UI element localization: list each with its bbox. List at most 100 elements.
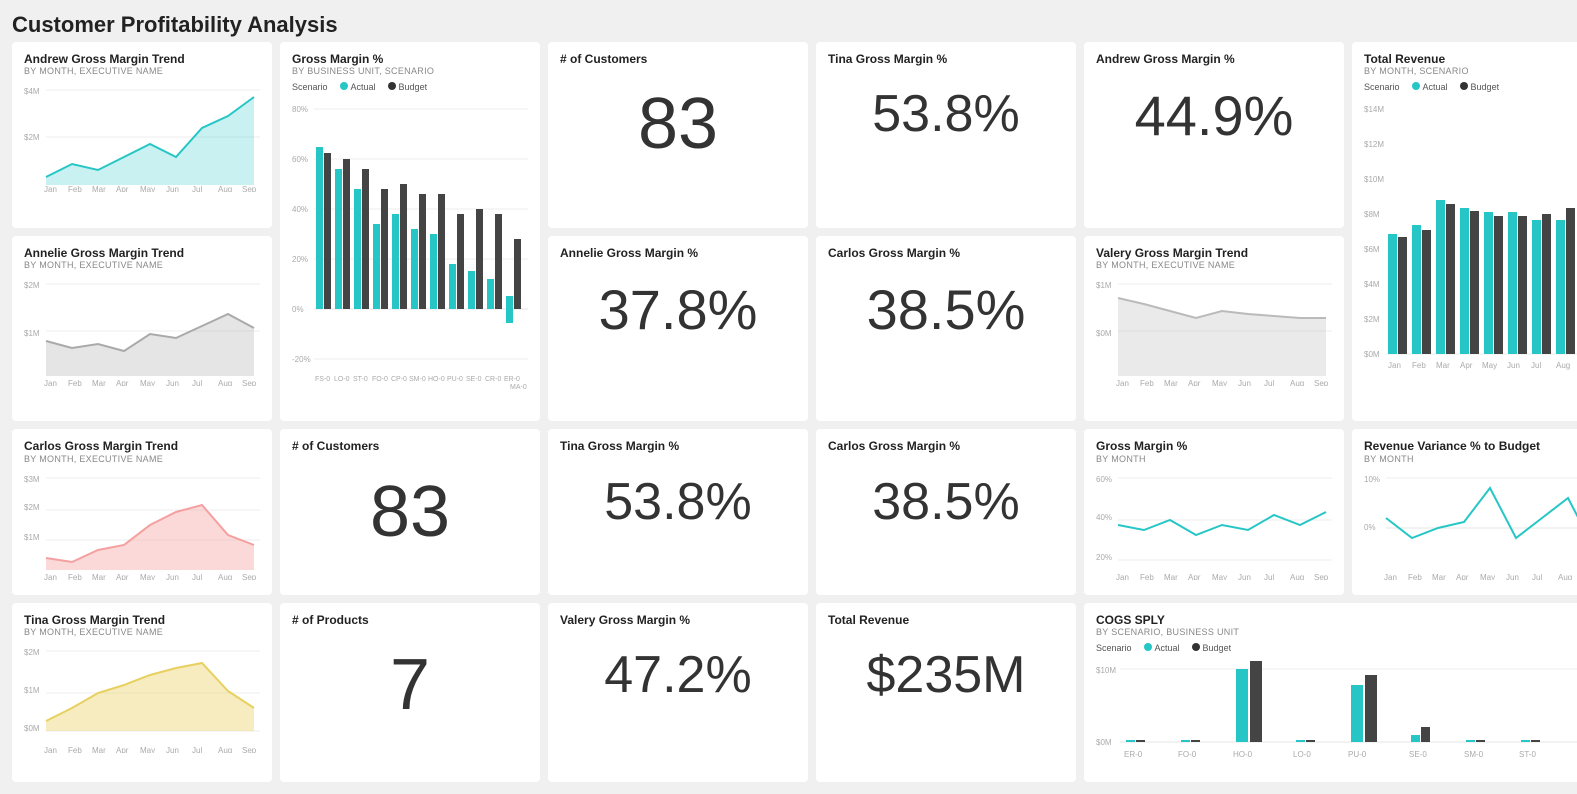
cogs-sply-legend: Scenario Actual Budget: [1096, 643, 1577, 653]
carlos-trend-subtitle: BY MONTH, EXECUTIVE NAME: [24, 454, 260, 464]
svg-text:Jul: Jul: [1264, 379, 1274, 386]
num-customers-2-title: # of Customers: [292, 439, 528, 453]
svg-text:Aug: Aug: [218, 185, 232, 192]
card-andrew-trend: Andrew Gross Margin Trend BY MONTH, EXEC…: [12, 42, 272, 228]
num-customers-2-value: 83: [292, 454, 528, 570]
svg-text:Mar: Mar: [1164, 379, 1178, 386]
total-revenue-chart-title: Total Revenue: [1364, 52, 1577, 66]
svg-text:$14M: $14M: [1364, 105, 1384, 114]
card-annelie-gm-pct: Annelie Gross Margin % 37.8%: [548, 236, 808, 422]
annelie-trend-subtitle: BY MONTH, EXECUTIVE NAME: [24, 260, 260, 270]
svg-text:$6M: $6M: [1364, 245, 1380, 254]
svg-text:Jun: Jun: [1507, 361, 1520, 370]
svg-text:May: May: [1212, 379, 1227, 386]
svg-text:80%: 80%: [292, 105, 308, 114]
svg-text:$2M: $2M: [24, 281, 40, 290]
svg-text:HO-0: HO-0: [1233, 750, 1253, 759]
valery-trend-title: Valery Gross Margin Trend: [1096, 246, 1332, 260]
gm-pct-month-subtitle: BY MONTH: [1096, 454, 1332, 464]
svg-text:Aug: Aug: [218, 379, 232, 386]
andrew-gm-pct-title: Andrew Gross Margin %: [1096, 52, 1332, 66]
gm-pct-month-chart: 60% 40% 20% Jan Feb Mar Apr May Jun Jul …: [1096, 470, 1332, 580]
svg-text:Aug: Aug: [1290, 379, 1304, 386]
svg-text:$2M: $2M: [24, 648, 40, 657]
svg-text:Sep: Sep: [242, 379, 257, 386]
svg-text:$2M: $2M: [24, 133, 40, 142]
card-gm-pct-month: Gross Margin % BY MONTH 60% 40% 20% Jan …: [1084, 429, 1344, 594]
svg-text:HO-0: HO-0: [428, 376, 445, 383]
annelie-trend-chart: $2M $1M Jan Feb Mar Apr May Jun Jul Aug …: [24, 276, 260, 386]
tina-gm-pct-title: Tina Gross Margin %: [828, 52, 1064, 66]
svg-text:Mar: Mar: [1432, 573, 1446, 580]
tina-gm-pct-2-value: 53.8%: [560, 454, 796, 550]
svg-text:LO-0: LO-0: [334, 376, 350, 383]
svg-text:May: May: [1212, 573, 1227, 580]
svg-text:$8M: $8M: [1364, 210, 1380, 219]
svg-text:Feb: Feb: [1408, 573, 1422, 580]
total-revenue-kpi-title: Total Revenue: [828, 613, 1064, 627]
svg-text:Apr: Apr: [1456, 573, 1469, 580]
card-total-revenue-kpi: Total Revenue $235M: [816, 603, 1076, 782]
svg-text:$0M: $0M: [1364, 350, 1380, 359]
svg-text:Jan: Jan: [1116, 573, 1129, 580]
cogs-sply-title: COGS SPLY: [1096, 613, 1577, 627]
svg-text:Apr: Apr: [116, 379, 129, 386]
gm-pct-bu-subtitle: BY BUSINESS UNIT, SCENARIO: [292, 66, 528, 76]
svg-text:Jul: Jul: [1532, 573, 1542, 580]
svg-text:$12M: $12M: [1364, 140, 1384, 149]
annelie-gm-pct-title: Annelie Gross Margin %: [560, 246, 796, 260]
svg-text:Jan: Jan: [1388, 361, 1401, 370]
cogs-sply-chart: $10M $0M: [1096, 657, 1577, 767]
svg-text:Feb: Feb: [1140, 379, 1154, 386]
svg-text:$3M: $3M: [24, 475, 40, 484]
svg-text:Jun: Jun: [1238, 573, 1251, 580]
gm-pct-bu-title: Gross Margin %: [292, 52, 528, 66]
gm-pct-month-title: Gross Margin %: [1096, 439, 1332, 453]
card-cogs-sply: COGS SPLY BY SCENARIO, BUSINESS UNIT Sce…: [1084, 603, 1577, 782]
svg-text:May: May: [140, 573, 155, 580]
tina-gm-pct-value: 53.8%: [828, 66, 1064, 162]
card-carlos-gm-pct-2: Carlos Gross Margin % 38.5%: [816, 429, 1076, 594]
svg-text:Mar: Mar: [92, 746, 106, 753]
svg-text:SM-0: SM-0: [1464, 750, 1484, 759]
svg-text:Jul: Jul: [192, 379, 202, 386]
svg-text:Feb: Feb: [68, 185, 82, 192]
total-revenue-chart-svg: $14M $12M $10M $8M $6M $4M $2M $0M: [1364, 96, 1577, 386]
svg-text:$10M: $10M: [1096, 666, 1116, 675]
svg-text:Jun: Jun: [166, 185, 179, 192]
svg-text:Jul: Jul: [192, 185, 202, 192]
total-revenue-legend: Scenario Actual Budget: [1364, 82, 1577, 92]
svg-text:May: May: [140, 379, 155, 386]
svg-text:20%: 20%: [1096, 553, 1112, 562]
svg-text:Mar: Mar: [92, 573, 106, 580]
carlos-gm-pct-value: 38.5%: [828, 260, 1064, 360]
svg-text:Jan: Jan: [44, 379, 57, 386]
svg-text:Mar: Mar: [92, 379, 106, 386]
carlos-gm-pct-2-title: Carlos Gross Margin %: [828, 439, 1064, 453]
svg-text:Jun: Jun: [166, 573, 179, 580]
svg-text:May: May: [1480, 573, 1495, 580]
valery-trend-chart: $1M $0M Jan Feb Mar Apr May Jun Jul Aug …: [1096, 276, 1332, 386]
carlos-gm-pct-2-value: 38.5%: [828, 454, 1064, 550]
svg-text:Aug: Aug: [1290, 573, 1304, 580]
svg-text:Jul: Jul: [1531, 361, 1541, 370]
svg-text:-20%: -20%: [292, 355, 311, 364]
svg-text:Aug: Aug: [1556, 361, 1570, 370]
carlos-gm-pct-title: Carlos Gross Margin %: [828, 246, 1064, 260]
total-revenue-chart-subtitle: BY MONTH, SCENARIO: [1364, 66, 1577, 76]
svg-text:$1M: $1M: [24, 329, 40, 338]
svg-text:$4M: $4M: [1364, 280, 1380, 289]
svg-text:Feb: Feb: [68, 746, 82, 753]
svg-text:Jul: Jul: [192, 746, 202, 753]
svg-text:Jun: Jun: [166, 746, 179, 753]
carlos-trend-title: Carlos Gross Margin Trend: [24, 439, 260, 453]
svg-text:$0M: $0M: [1096, 738, 1112, 747]
svg-text:FS-0: FS-0: [315, 376, 330, 383]
svg-text:Aug: Aug: [218, 746, 232, 753]
num-customers-title: # of Customers: [560, 52, 796, 66]
svg-text:SE-0: SE-0: [1409, 750, 1427, 759]
gm-pct-bu-legend: Scenario Actual Budget: [292, 82, 528, 92]
svg-text:Jun: Jun: [1238, 379, 1251, 386]
annelie-trend-title: Annelie Gross Margin Trend: [24, 246, 260, 260]
svg-text:$0M: $0M: [24, 724, 40, 733]
